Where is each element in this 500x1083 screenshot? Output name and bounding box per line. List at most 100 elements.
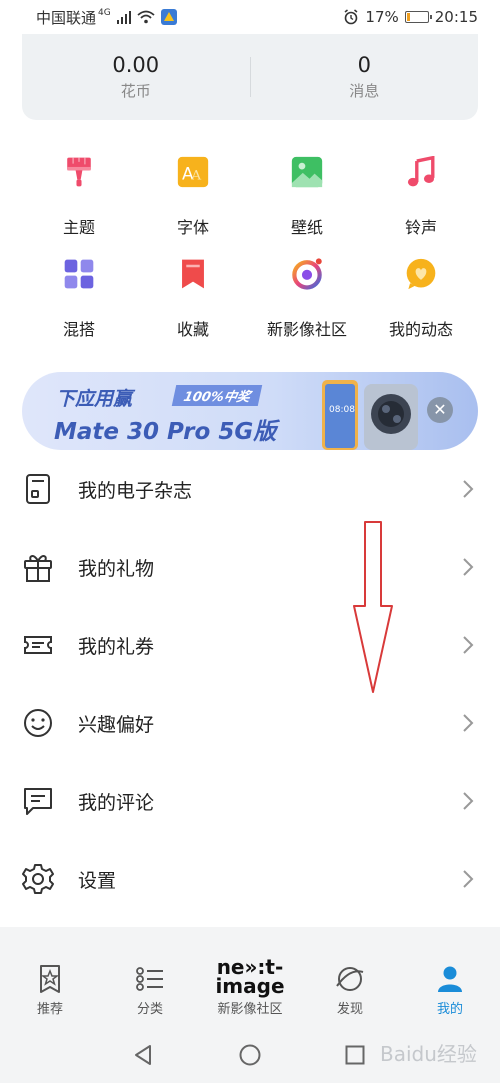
grid-item-favorites[interactable]: 收藏 [136,252,250,340]
grid-item-label: 壁纸 [290,218,323,237]
font-icon: AA [177,156,209,188]
battery-icon [404,11,432,23]
banner-product: Mate 30 Pro 5G版 [54,419,277,445]
messages-value: 0 [357,53,371,77]
stats-card: 0.00 花币 0 消息 [22,34,478,120]
smile-icon [24,709,52,737]
grid-item-label: 主题 [62,218,95,237]
coins-stat[interactable]: 0.00 花币 [22,53,250,101]
messages-stat[interactable]: 0 消息 [251,53,479,101]
grid-item-label: 混搭 [62,320,95,339]
bookmark-icon [182,259,204,289]
tab-recommend[interactable]: 推荐 [0,952,100,1024]
star-card-icon [40,965,60,993]
menu-list: 我的电子杂志 我的礼物 我的礼券 兴趣偏好 我的评论 设置 [0,450,500,918]
person-icon [438,966,462,992]
messages-label: 消息 [349,82,380,100]
grid-item-label: 收藏 [176,320,209,339]
alarm-icon [344,9,358,25]
bottom-nav: 推荐 分类 ne»:t- image 新影像社区 发现 我的 [0,952,500,1024]
wallpaper-icon [291,156,323,188]
menu-item-label: 我的评论 [78,791,155,814]
category-list-icon [136,967,163,991]
grid-item-my-feed[interactable]: 我的动态 [364,252,478,340]
tab-next-image[interactable]: ne»:t- image 新影像社区 [200,952,300,1024]
brush-icon [67,157,91,187]
grid-item-label: 新影像社区 [266,320,347,339]
grid-item-label: 字体 [176,218,209,237]
menu-item-e-magazine[interactable]: 我的电子杂志 [0,450,500,528]
heart-bubble-icon [406,258,436,290]
svg-text:A: A [190,168,201,184]
watermark: Baidu经验 [380,1042,477,1066]
grid-item-new-image-community[interactable]: 新影像社区 [250,252,364,340]
comment-icon [24,788,52,815]
grid-item-wallpaper[interactable]: 壁纸 [250,150,364,238]
tab-label: 发现 [336,1002,363,1017]
signal-icon [116,10,131,24]
menu-item-label: 我的礼物 [78,557,155,580]
menu-item-interests[interactable]: 兴趣偏好 [0,684,500,762]
tab-label: 推荐 [36,1002,63,1017]
mix-grid-icon [64,259,94,289]
chevron-right-icon [463,636,474,654]
close-icon: ✕ [433,400,447,419]
gift-icon [24,555,52,582]
coins-value: 0.00 [112,53,160,77]
banner-badge: 100%中奖 [171,385,263,406]
tab-categories[interactable]: 分类 [100,952,200,1024]
battery-percent: 17% [365,8,399,26]
nav-separator [0,916,500,952]
menu-item-gifts[interactable]: 我的礼物 [0,528,500,606]
recents-icon[interactable] [345,1045,365,1065]
wifi-icon [137,10,155,24]
app-notification-icon [160,9,177,25]
tab-label: 我的 [436,1002,463,1017]
tab-mine[interactable]: 我的 [400,952,500,1024]
clock: 20:15 [434,8,478,26]
chevron-right-icon [463,870,474,888]
phone-image: 08:08 [322,380,418,450]
menu-item-coupons[interactable]: 我的礼券 [0,606,500,684]
feature-grid: 主题 AA 字体 壁纸 铃声 混搭 收藏 新影像社区 我的动态 [22,150,478,340]
phone-time: 08:08 [329,405,355,415]
logo-line-2: image [215,974,285,998]
network-type: 4G [98,8,111,18]
chevron-right-icon [463,792,474,810]
banner-headline: 下应用赢 [56,388,133,410]
chevron-right-icon [463,558,474,576]
music-note-icon [407,156,435,187]
tab-label: 分类 [136,1002,163,1017]
tab-discover[interactable]: 发现 [300,952,400,1024]
promo-banner[interactable]: 下应用赢 100%中奖 Mate 30 Pro 5G版 08:08 ✕ [22,372,478,450]
coins-label: 花币 [120,82,151,100]
home-icon[interactable] [239,1044,261,1066]
coupon-icon [24,636,52,654]
grid-item-label: 铃声 [404,218,437,237]
grid-item-ringtone[interactable]: 铃声 [364,150,478,238]
magazine-icon [26,474,50,504]
grid-item-theme[interactable]: 主题 [22,150,136,238]
grid-item-label: 我的动态 [388,320,453,339]
gear-icon [22,864,54,894]
carrier-name: 中国联通 [36,8,97,27]
menu-item-label: 设置 [78,869,117,892]
menu-item-comments[interactable]: 我的评论 [0,762,500,840]
camera-ring-icon [292,258,322,290]
annotation-down-arrow [353,521,393,693]
banner-close-button[interactable]: ✕ [427,397,453,423]
chevron-right-icon [463,480,474,498]
grid-item-mix[interactable]: 混搭 [22,252,136,340]
menu-item-label: 我的电子杂志 [78,479,193,502]
tab-label: 新影像社区 [217,1002,283,1017]
menu-item-label: 我的礼券 [78,635,155,658]
chevron-right-icon [463,714,474,732]
menu-item-settings[interactable]: 设置 [0,840,500,918]
system-nav-bar: Baidu经验 [0,1024,500,1083]
back-icon[interactable] [132,1044,154,1066]
grid-item-font[interactable]: AA 字体 [136,150,250,238]
menu-item-label: 兴趣偏好 [78,713,155,736]
planet-icon [336,967,364,991]
next-image-logo: ne»:t- image [215,957,285,998]
status-bar: 中国联通 4G 17% 20:15 [0,0,500,34]
